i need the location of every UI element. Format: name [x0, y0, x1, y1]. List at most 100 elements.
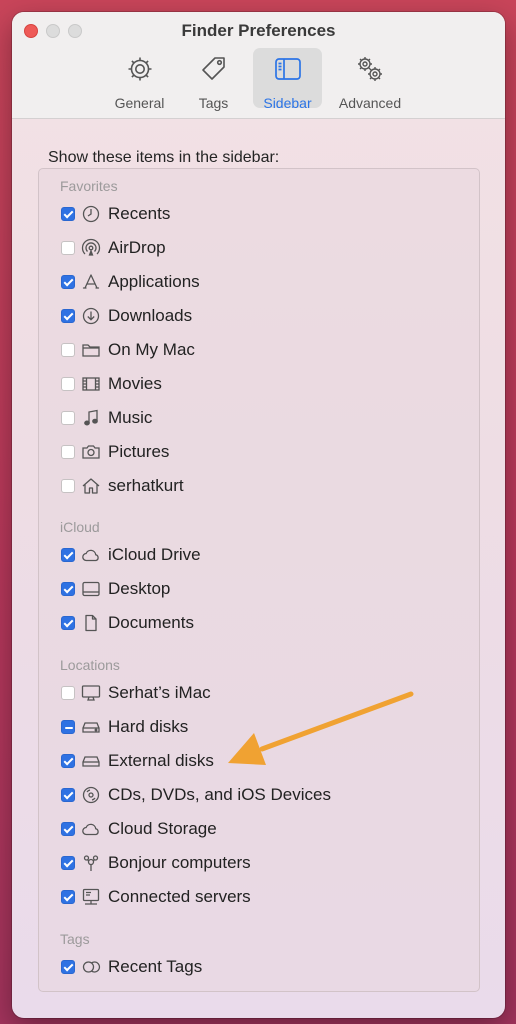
- tab-tags[interactable]: Tags: [179, 48, 248, 111]
- item-label: Music: [108, 408, 153, 427]
- list-item[interactable]: Movies: [61, 372, 162, 396]
- checkbox[interactable]: [61, 411, 75, 425]
- list-item[interactable]: Desktop: [61, 577, 170, 601]
- camera-icon: [81, 442, 101, 462]
- item-label: Recents: [108, 204, 171, 223]
- tag-icon: [199, 54, 229, 89]
- checkbox[interactable]: [61, 241, 75, 255]
- list-item[interactable]: iCloud Drive: [61, 543, 201, 567]
- item-label: Connected servers: [108, 887, 251, 906]
- music-note-icon: [81, 408, 101, 428]
- folder-icon: [81, 340, 101, 360]
- sidebar-icon: [273, 54, 303, 89]
- checkbox[interactable]: [61, 309, 75, 323]
- list-item[interactable]: Applications: [61, 270, 200, 294]
- tab-general[interactable]: General: [105, 48, 174, 111]
- item-label: Serhat’s iMac: [108, 683, 211, 702]
- server-icon: [81, 887, 101, 907]
- list-item[interactable]: Pictures: [61, 440, 169, 464]
- tab-label: General: [114, 95, 165, 111]
- finder-preferences-window: Finder Preferences General Tags Sidebar …: [12, 12, 505, 1018]
- desktop-icon: [81, 579, 101, 599]
- window-title: Finder Preferences: [181, 21, 336, 40]
- gear-icon: [125, 54, 155, 89]
- section-favorites: Favorites: [60, 178, 118, 194]
- imac-icon: [81, 683, 101, 703]
- hard-disk-icon: [81, 717, 101, 737]
- disc-icon: [81, 785, 101, 805]
- checkbox[interactable]: [61, 445, 75, 459]
- sidebar-items-list: Favorites Recents AirDrop Applications D…: [38, 168, 480, 992]
- tab-label: Advanced: [338, 95, 402, 111]
- item-label: Bonjour computers: [108, 853, 251, 872]
- list-item[interactable]: Recent Tags: [61, 955, 202, 979]
- item-label: Applications: [108, 272, 200, 291]
- title-bar: Finder Preferences General Tags Sidebar …: [12, 12, 505, 119]
- clock-icon: [81, 204, 101, 224]
- item-label: Pictures: [108, 442, 170, 461]
- item-label: Documents: [108, 613, 194, 632]
- list-item[interactable]: Connected servers: [61, 885, 251, 909]
- home-icon: [81, 476, 101, 496]
- list-item[interactable]: On My Mac: [61, 338, 195, 362]
- bonjour-icon: [81, 853, 101, 873]
- checkbox[interactable]: [61, 788, 75, 802]
- checkbox-mixed[interactable]: [61, 720, 75, 734]
- checkbox[interactable]: [61, 548, 75, 562]
- section-tags: Tags: [60, 931, 90, 947]
- tab-sidebar[interactable]: Sidebar: [253, 48, 322, 111]
- item-label: Downloads: [108, 306, 193, 325]
- checkbox[interactable]: [61, 960, 75, 974]
- list-item[interactable]: AirDrop: [61, 236, 166, 260]
- list-item[interactable]: serhatkurt: [61, 474, 184, 498]
- item-label: Movies: [108, 374, 162, 393]
- sidebar-items-heading: Show these items in the sidebar:: [48, 149, 280, 166]
- list-item[interactable]: Hard disks: [61, 715, 188, 739]
- list-item[interactable]: External disks: [61, 749, 214, 773]
- item-label: On My Mac: [108, 340, 195, 359]
- list-item[interactable]: Bonjour computers: [61, 851, 251, 875]
- gears-icon: [355, 54, 385, 89]
- applications-icon: [81, 272, 101, 292]
- document-icon: [81, 613, 101, 633]
- section-locations: Locations: [60, 657, 120, 673]
- list-item[interactable]: Recents: [61, 202, 170, 226]
- item-label: Cloud Storage: [108, 819, 217, 838]
- item-label: Desktop: [108, 579, 171, 598]
- tab-label: Tags: [198, 95, 229, 111]
- checkbox[interactable]: [61, 822, 75, 836]
- checkbox[interactable]: [61, 686, 75, 700]
- checkbox[interactable]: [61, 377, 75, 391]
- section-icloud: iCloud: [60, 519, 100, 535]
- item-label: AirDrop: [108, 238, 166, 257]
- download-icon: [81, 306, 101, 326]
- checkbox[interactable]: [61, 890, 75, 904]
- checkbox[interactable]: [61, 343, 75, 357]
- item-label: serhatkurt: [108, 476, 184, 495]
- item-label: External disks: [108, 751, 214, 770]
- item-label: Recent Tags: [108, 957, 203, 976]
- item-label: Hard disks: [108, 717, 189, 736]
- item-label: iCloud Drive: [108, 545, 201, 564]
- checkbox[interactable]: [61, 207, 75, 221]
- preferences-toolbar: General Tags Sidebar Advanced: [105, 48, 413, 111]
- list-item[interactable]: Documents: [61, 611, 194, 635]
- list-item[interactable]: Music: [61, 406, 152, 430]
- tab-advanced[interactable]: Advanced: [327, 48, 413, 111]
- list-item[interactable]: CDs, DVDs, and iOS Devices: [61, 783, 331, 807]
- checkbox[interactable]: [61, 856, 75, 870]
- airdrop-icon: [81, 238, 101, 258]
- checkbox[interactable]: [61, 582, 75, 596]
- list-item[interactable]: Cloud Storage: [61, 817, 217, 841]
- checkbox[interactable]: [61, 754, 75, 768]
- checkbox[interactable]: [61, 275, 75, 289]
- tags-icon: [81, 957, 101, 977]
- checkbox[interactable]: [61, 479, 75, 493]
- tab-label: Sidebar: [263, 95, 312, 111]
- list-item[interactable]: Serhat’s iMac: [61, 681, 211, 705]
- cloud-icon: [81, 545, 101, 565]
- film-icon: [81, 374, 101, 394]
- list-item[interactable]: Downloads: [61, 304, 192, 328]
- external-disk-icon: [81, 751, 101, 771]
- checkbox[interactable]: [61, 616, 75, 630]
